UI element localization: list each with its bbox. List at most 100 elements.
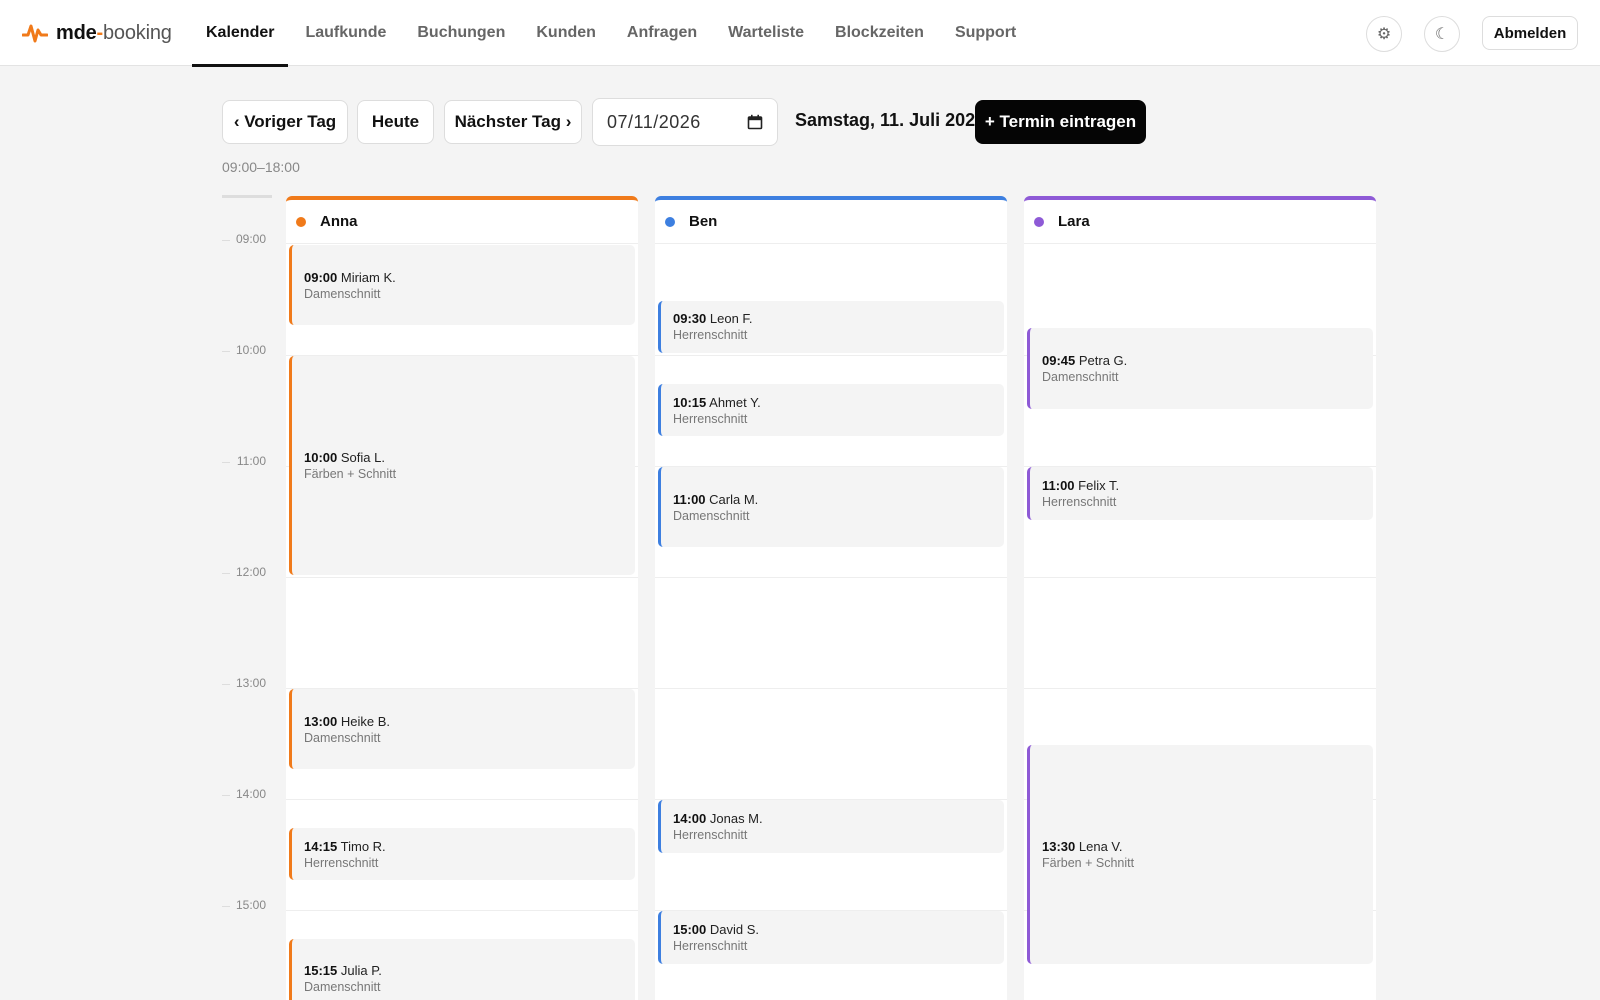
appointment-service: Damenschnitt: [304, 286, 381, 301]
staff-schedule[interactable]: 09:00 Miriam K. Damenschnitt 10:00 Sofia L…: [286, 244, 638, 1000]
hour-gridline: [655, 355, 1007, 356]
appointment-title: 11:00 Carla M.: [673, 492, 1004, 507]
gear-icon: ⚙: [1376, 26, 1392, 43]
appointment-time: 11:00: [673, 491, 706, 507]
hour-gridline: [1024, 688, 1376, 689]
appointment-card[interactable]: 10:00 Sofia L. Färben + Schnitt: [289, 356, 635, 575]
staff-column-anna: Anna 09:00 Miriam K. Damenschnitt 10:00 Sof…: [286, 196, 638, 1000]
staff-column-header: Anna: [286, 200, 638, 244]
appointment-service: Herrenschnitt: [673, 328, 748, 343]
appointment-service: Herrenschnitt: [304, 855, 379, 870]
appointment-time: 15:00: [673, 921, 707, 937]
appointment-title: 14:15 Timo R.: [304, 839, 635, 854]
appointment-service: Herrenschnitt: [673, 411, 748, 426]
appointment-card[interactable]: 15:00 David S. Herrenschnitt: [658, 911, 1004, 964]
appointment-time: 13:00: [304, 713, 338, 729]
appointment-service: Herrenschnitt: [1042, 494, 1117, 509]
time-label: 09:00: [235, 232, 266, 246]
appointment-title: 09:00 Miriam K.: [304, 270, 635, 285]
time-tick: [222, 684, 230, 685]
appointment-client: Heike B.: [340, 713, 391, 729]
calendar-icon[interactable]: [747, 114, 763, 130]
appointment-card[interactable]: 09:45 Petra G. Damenschnitt: [1027, 328, 1373, 409]
appointment-title: 11:00 Felix T.: [1042, 478, 1373, 493]
date-input[interactable]: 07/11/2026: [592, 98, 778, 146]
staff-schedule[interactable]: 09:30 Leon F. Herrenschnitt 10:15 Ahmet Y.…: [655, 244, 1007, 1000]
staff-schedule[interactable]: 09:45 Petra G. Damenschnitt 11:00 Felix T.…: [1024, 244, 1376, 1000]
brand-name: mde-booking: [56, 21, 172, 44]
appointment-card[interactable]: 14:00 Jonas M. Herrenschnitt: [658, 800, 1004, 853]
staff-color-dot: [1034, 216, 1044, 227]
moon-icon: ☾: [1434, 26, 1450, 43]
appointment-time: 09:00: [304, 269, 338, 285]
appointment-client: Timo R.: [340, 838, 386, 854]
appointment-title: 09:30 Leon F.: [673, 311, 1004, 326]
appointment-title: 09:45 Petra G.: [1042, 353, 1373, 368]
time-gutter-header: [222, 195, 272, 198]
nav-item-kalender[interactable]: Kalender: [192, 0, 289, 67]
staff-column-lara: Lara 09:45 Petra G. Damenschnitt 11:00 Feli…: [1024, 196, 1376, 1000]
appointment-time: 09:45: [1042, 352, 1076, 368]
appointment-title: 10:00 Sofia L.: [304, 450, 635, 465]
appointment-time: 10:00: [304, 450, 338, 465]
appointment-card[interactable]: 13:30 Lena V. Färben + Schnitt: [1027, 744, 1373, 964]
appointment-client: Julia P.: [340, 963, 382, 979]
appointment-card[interactable]: 13:00 Heike B. Damenschnitt: [289, 689, 635, 770]
appointment-card[interactable]: 09:00 Miriam K. Damenschnitt: [289, 245, 635, 326]
hour-gridline: [1024, 577, 1376, 578]
staff-color-dot: [665, 216, 675, 227]
time-tick: [222, 462, 230, 463]
appointment-card[interactable]: 11:00 Carla M. Damenschnitt: [658, 467, 1004, 548]
appointment-service: Färben + Schnitt: [304, 467, 397, 481]
appointment-client: Petra G.: [1078, 352, 1128, 368]
previous-day-button[interactable]: ‹ Voriger Tag: [222, 100, 348, 144]
nav-item-kunden[interactable]: Kunden: [522, 0, 610, 66]
appointment-card[interactable]: 15:15 Julia P. Damenschnitt: [289, 938, 635, 1000]
staff-column-ben: Ben 09:30 Leon F. Herrenschnitt 10:15 Ahmet…: [655, 196, 1007, 1000]
appointment-card[interactable]: 14:15 Timo R. Herrenschnitt: [289, 827, 635, 881]
nav-item-laufkunde[interactable]: Laufkunde: [291, 0, 400, 66]
opening-hours-label: 09:00–18:00: [222, 159, 300, 175]
staff-name: Lara: [1058, 213, 1090, 230]
appointment-client: Lena V.: [1078, 838, 1123, 854]
nav-item-buchungen[interactable]: Buchungen: [403, 0, 519, 66]
appointment-time: 14:15: [304, 838, 338, 854]
appointment-client: Leon F.: [709, 311, 753, 327]
hour-gridline: [286, 910, 638, 911]
time-tick: [222, 351, 230, 352]
appointment-title: 15:15 Julia P.: [304, 963, 635, 978]
appointment-service: Damenschnitt: [304, 730, 381, 745]
nav-item-blockzeiten[interactable]: Blockzeiten: [821, 0, 938, 66]
staff-column-header: Lara: [1024, 200, 1376, 244]
time-tick: [222, 240, 230, 241]
time-label: 15:00: [235, 898, 266, 912]
logout-button[interactable]: Abmelden: [1482, 16, 1578, 50]
theme-toggle-button[interactable]: ☾: [1424, 16, 1460, 52]
appointment-card[interactable]: 10:15 Ahmet Y. Herrenschnitt: [658, 383, 1004, 437]
appointment-title: 15:00 David S.: [673, 922, 1004, 937]
pulse-logo-icon: [22, 24, 48, 43]
date-input-value: 07/11/2026: [607, 111, 701, 132]
appointment-client: Miriam K.: [340, 269, 396, 285]
appointment-card[interactable]: 11:00 Felix T. Herrenschnitt: [1027, 467, 1373, 520]
appointment-client: Felix T.: [1078, 477, 1120, 493]
appointment-card[interactable]: 09:30 Leon F. Herrenschnitt: [658, 300, 1004, 353]
time-tick: [222, 795, 230, 796]
hour-gridline: [655, 577, 1007, 578]
appointment-client: Ahmet Y.: [709, 394, 761, 410]
nav-item-support[interactable]: Support: [941, 0, 1030, 66]
appointment-service: Damenschnitt: [1042, 369, 1119, 384]
settings-button[interactable]: ⚙: [1366, 16, 1402, 52]
brand-logo[interactable]: mde-booking: [22, 18, 172, 48]
appointment-service: Herrenschnitt: [673, 938, 748, 953]
add-appointment-button[interactable]: + Termin eintragen: [975, 100, 1146, 144]
staff-name: Anna: [320, 213, 358, 230]
today-button[interactable]: Heute: [357, 100, 434, 144]
main-nav: Kalender Laufkunde Buchungen Kunden Anfragen…: [192, 0, 1033, 67]
appointment-title: 13:30 Lena V.: [1042, 839, 1373, 854]
nav-item-warteliste[interactable]: Warteliste: [714, 0, 818, 66]
next-day-button[interactable]: Nächster Tag ›: [444, 100, 582, 144]
time-label: 11:00: [236, 454, 266, 468]
appointment-client: David S.: [709, 921, 760, 937]
nav-item-anfragen[interactable]: Anfragen: [613, 0, 711, 66]
